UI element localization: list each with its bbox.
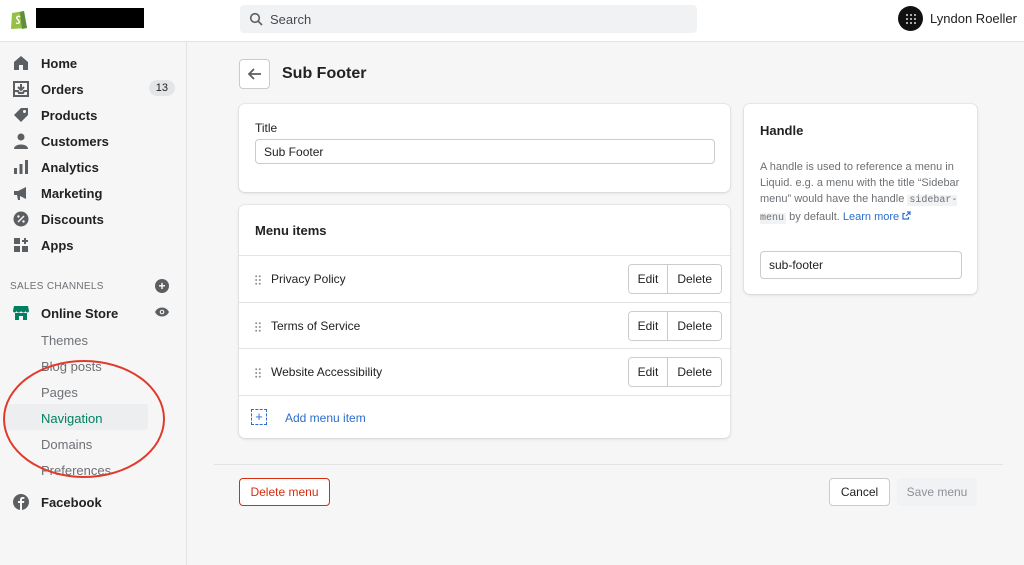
sales-channels-heading: SALES CHANNELS xyxy=(10,281,104,292)
annotation-circle xyxy=(3,360,165,478)
add-menu-item-label: Add menu item xyxy=(285,411,366,425)
drag-handle-icon[interactable] xyxy=(255,322,261,332)
store-icon xyxy=(13,306,29,320)
add-sales-channel-icon[interactable]: + xyxy=(155,279,169,293)
orders-count-badge: 13 xyxy=(148,80,175,96)
edit-button[interactable]: Edit xyxy=(628,312,668,340)
sidebar-item-home[interactable]: Home xyxy=(0,50,186,76)
delete-menu-button[interactable]: Delete menu xyxy=(239,478,330,506)
sidebar-item-label: Online Store xyxy=(41,306,119,321)
learn-more-label: Learn more xyxy=(842,211,900,223)
sidebar-item-marketing[interactable]: Marketing xyxy=(0,180,186,206)
delete-button[interactable]: Delete xyxy=(667,358,721,386)
sidebar-item-products[interactable]: Products xyxy=(0,102,186,128)
menu-item-row[interactable]: Terms of Service Edit Delete xyxy=(239,302,730,349)
delete-button[interactable]: Delete xyxy=(667,312,721,340)
menu-item-row[interactable]: Privacy Policy Edit Delete xyxy=(239,255,730,302)
user-name: Lyndon Roeller xyxy=(930,11,1017,26)
add-menu-item-button[interactable]: + Add menu item xyxy=(239,395,730,438)
sidebar-item-label: Analytics xyxy=(41,160,99,175)
avatar xyxy=(898,6,924,31)
save-menu-button[interactable]: Save menu xyxy=(897,478,977,506)
apps-icon xyxy=(14,238,28,252)
menu-items-card: Menu items Privacy Policy Edit Delete Te… xyxy=(239,205,730,438)
add-item-icon: + xyxy=(251,409,267,425)
edit-button[interactable]: Edit xyxy=(628,358,668,386)
store-name-redacted xyxy=(36,8,144,28)
sidebar-item-label: Discounts xyxy=(41,212,104,227)
menu-item-actions: Edit Delete xyxy=(627,264,722,294)
megaphone-icon xyxy=(14,187,26,200)
back-button[interactable] xyxy=(239,59,270,89)
menu-item-name: Website Accessibility xyxy=(271,365,383,379)
menu-item-actions: Edit Delete xyxy=(627,357,722,387)
menu-item-name: Privacy Policy xyxy=(271,272,346,286)
menu-item-actions: Edit Delete xyxy=(627,311,722,341)
home-icon xyxy=(14,56,28,70)
learn-more-link[interactable]: Learn more xyxy=(843,211,911,223)
sidebar-item-label: Home xyxy=(41,56,78,71)
handle-card: Handle A handle is used to reference a m… xyxy=(744,104,977,294)
title-card: Title Sub Footer xyxy=(239,104,730,192)
person-icon xyxy=(14,133,28,149)
menu-items-heading: Menu items xyxy=(255,223,327,238)
handle-heading: Handle xyxy=(760,123,804,138)
handle-description: A handle is used to reference a menu in … xyxy=(760,159,970,227)
arrow-left-icon xyxy=(247,68,261,80)
orders-icon xyxy=(13,81,29,97)
sidebar-sub-label: Themes xyxy=(41,333,88,348)
footer-divider xyxy=(214,464,1003,465)
title-input[interactable]: Sub Footer xyxy=(255,139,715,164)
sidebar-item-label: Apps xyxy=(41,238,74,253)
external-link-icon xyxy=(902,211,911,220)
sidebar-item-label: Marketing xyxy=(41,186,103,201)
page-title: Sub Footer xyxy=(282,65,367,82)
user-menu[interactable]: Lyndon Roeller xyxy=(898,6,1017,31)
sidebar-item-apps[interactable]: Apps xyxy=(0,232,186,258)
drag-handle-icon[interactable] xyxy=(255,368,261,378)
sidebar-item-analytics[interactable]: Analytics xyxy=(0,154,186,180)
sidebar-item-orders[interactable]: Orders 13 xyxy=(0,76,186,102)
menu-item-row[interactable]: Website Accessibility Edit Delete xyxy=(239,348,730,395)
handle-input[interactable]: sub-footer xyxy=(760,251,962,279)
sidebar-item-customers[interactable]: Customers xyxy=(0,128,186,154)
top-bar: Search Lyndon Roeller xyxy=(0,0,1024,42)
facebook-icon xyxy=(13,494,29,510)
sidebar-item-discounts[interactable]: Discounts xyxy=(0,206,186,232)
sidebar-item-facebook[interactable]: Facebook xyxy=(0,489,186,515)
search-bar[interactable]: Search xyxy=(240,5,697,33)
drag-handle-icon[interactable] xyxy=(255,275,261,285)
tag-icon xyxy=(14,108,28,122)
sidebar-sub-themes[interactable]: Themes xyxy=(4,326,148,352)
sidebar: Home Orders 13 Products Customers Analyt… xyxy=(0,42,187,565)
delete-button[interactable]: Delete xyxy=(667,265,721,293)
bar-chart-icon xyxy=(14,160,28,174)
edit-button[interactable]: Edit xyxy=(628,265,668,293)
sidebar-item-label: Products xyxy=(41,108,98,123)
search-placeholder: Search xyxy=(270,11,312,27)
menu-item-name: Terms of Service xyxy=(271,319,361,333)
sidebar-item-label: Orders xyxy=(41,82,84,97)
shopify-bag-icon[interactable] xyxy=(9,8,29,30)
handle-desc-text-end: by default. xyxy=(789,211,840,223)
search-icon xyxy=(249,12,263,26)
sidebar-item-label: Customers xyxy=(41,134,109,149)
discount-icon xyxy=(13,211,29,227)
sidebar-item-label: Facebook xyxy=(41,495,102,510)
cancel-button[interactable]: Cancel xyxy=(829,478,890,506)
title-label: Title xyxy=(255,121,278,135)
eye-icon[interactable] xyxy=(154,306,170,318)
